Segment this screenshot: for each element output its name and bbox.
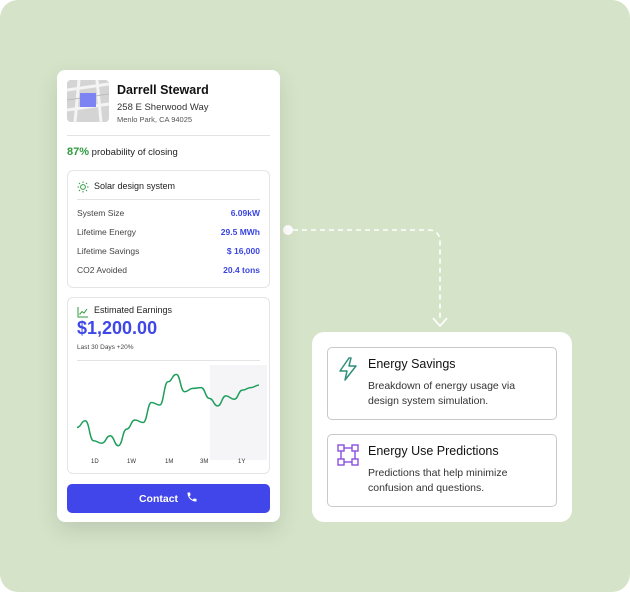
feature-description: Breakdown of energy usage via design sys… bbox=[368, 380, 516, 407]
solar-panel-title: Solar design system bbox=[94, 181, 176, 191]
closing-probability: 87% probability of closing bbox=[67, 146, 178, 158]
feature-title: Energy Savings bbox=[368, 357, 456, 371]
probability-percent: 87% bbox=[67, 146, 90, 158]
earnings-divider bbox=[77, 360, 260, 361]
features-card: Energy Savings Breakdown of energy usage… bbox=[312, 332, 572, 522]
contact-button[interactable]: Contact bbox=[67, 484, 270, 513]
chart-range-ticks: 1D 1W 1M 3M 1Y bbox=[77, 459, 260, 469]
row-label: Lifetime Savings bbox=[77, 246, 140, 256]
row-value: 20.4 tons bbox=[223, 265, 260, 275]
sun-icon bbox=[77, 180, 89, 198]
row-value: 6.09kW bbox=[230, 208, 260, 218]
earnings-amount: $1,200.00 bbox=[77, 318, 158, 338]
row-value: $ 16,000 bbox=[226, 246, 260, 256]
earnings-title: Estimated Earnings bbox=[94, 305, 173, 315]
earnings-line-chart bbox=[76, 365, 267, 460]
solar-row: System Size 6.09kW bbox=[77, 208, 260, 222]
probability-label: probability of closing bbox=[91, 147, 178, 158]
vector-square-icon bbox=[337, 444, 359, 471]
solar-design-panel: Solar design system System Size 6.09kW L… bbox=[67, 170, 270, 288]
row-value: 29.5 MWh bbox=[220, 227, 260, 237]
connector-arrow-icon bbox=[432, 317, 448, 328]
feature-title: Energy Use Predictions bbox=[368, 444, 499, 458]
panel-divider bbox=[77, 199, 260, 200]
lightning-icon bbox=[337, 357, 359, 386]
feature-description: Predictions that help minimize confusion… bbox=[368, 467, 508, 494]
earnings-panel: Estimated Earnings $1,200.00 Last 30 Day… bbox=[67, 297, 270, 474]
range-3m[interactable]: 3M bbox=[200, 459, 208, 465]
row-label: CO2 Avoided bbox=[77, 265, 127, 275]
canvas: Darrell Steward 258 E Sherwood Way Menlo… bbox=[0, 0, 630, 592]
chart-highlight-band bbox=[210, 365, 267, 460]
earnings-subtitle: Last 30 Days +20% bbox=[77, 344, 134, 351]
lead-name: Darrell Steward bbox=[117, 83, 209, 97]
solar-row: Lifetime Energy 29.5 MWh bbox=[77, 227, 260, 241]
address-line-1: 258 E Sherwood Way bbox=[117, 102, 209, 113]
row-label: Lifetime Energy bbox=[77, 227, 137, 237]
lead-card: Darrell Steward 258 E Sherwood Way Menlo… bbox=[57, 70, 280, 522]
row-label: System Size bbox=[77, 208, 125, 218]
range-1y[interactable]: 1Y bbox=[238, 459, 245, 465]
connector-dot bbox=[283, 225, 293, 235]
address-line-2: Menlo Park, CA 94025 bbox=[117, 115, 193, 124]
range-1m[interactable]: 1M bbox=[165, 459, 173, 465]
range-1d[interactable]: 1D bbox=[91, 459, 99, 465]
feature-energy-savings[interactable]: Energy Savings Breakdown of energy usage… bbox=[327, 347, 557, 420]
solar-row: CO2 Avoided 20.4 tons bbox=[77, 265, 260, 279]
phone-icon bbox=[186, 491, 198, 506]
feature-energy-use-predictions[interactable]: Energy Use Predictions Predictions that … bbox=[327, 434, 557, 507]
contact-label: Contact bbox=[138, 492, 179, 505]
solar-row: Lifetime Savings $ 16,000 bbox=[77, 246, 260, 260]
divider bbox=[67, 135, 270, 136]
property-map-thumbnail[interactable] bbox=[67, 80, 109, 122]
range-1w[interactable]: 1W bbox=[127, 459, 136, 465]
